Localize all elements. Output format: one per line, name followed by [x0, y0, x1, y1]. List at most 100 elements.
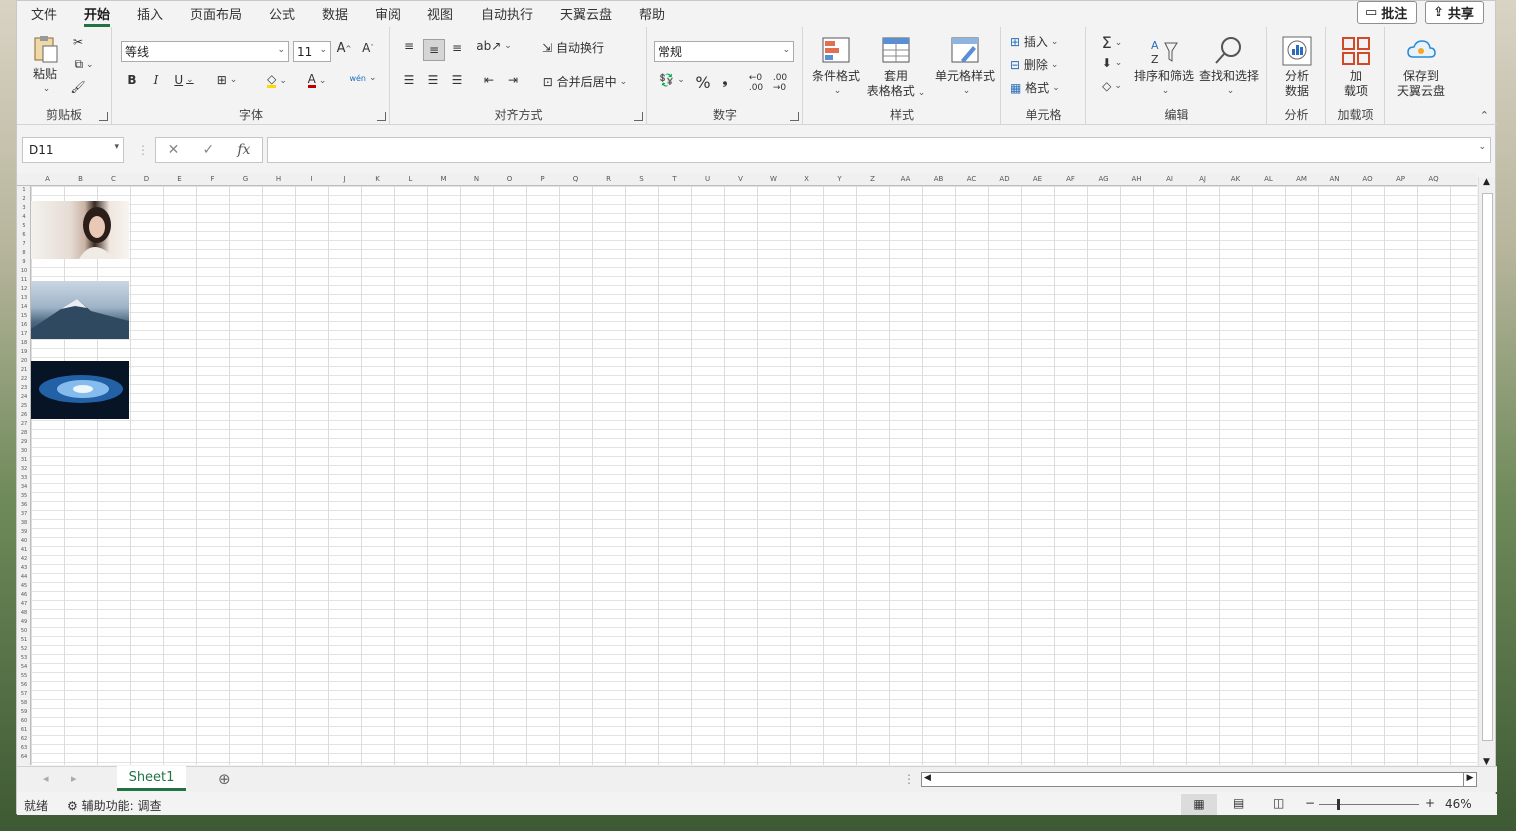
borders-button[interactable]: ⊞ ⌄ — [209, 73, 245, 87]
column-header[interactable]: AE — [1021, 175, 1054, 183]
add-sheet-icon[interactable]: ⊕ — [218, 770, 231, 788]
chevron-down-icon[interactable]: ▾ — [114, 142, 119, 152]
row-header[interactable]: 63 — [17, 745, 31, 751]
row-header[interactable]: 47 — [17, 601, 31, 607]
percent-icon[interactable]: % — [694, 73, 712, 92]
align-top-icon[interactable]: ≡ — [399, 39, 419, 53]
prev-sheet-icon[interactable]: ◂ — [43, 772, 49, 785]
column-header[interactable]: AJ — [1186, 175, 1219, 183]
conditional-formatting-button[interactable]: 条件格式 ⌄ — [808, 35, 864, 99]
brush-icon[interactable]: 🖌 — [69, 80, 87, 94]
column-header[interactable]: S — [625, 175, 658, 183]
row-header[interactable]: 4 — [17, 214, 31, 220]
picture-mountain[interactable] — [31, 281, 129, 339]
column-header[interactable]: V — [724, 175, 757, 183]
accessibility-status[interactable]: ⚙ 辅助功能: 调查 — [67, 797, 161, 814]
row-header[interactable]: 43 — [17, 565, 31, 571]
row-header[interactable]: 58 — [17, 700, 31, 706]
dialog-launcher-icon[interactable] — [99, 112, 108, 121]
row-header[interactable]: 12 — [17, 286, 31, 292]
copy-icon[interactable]: ⧉ ⌄ — [69, 57, 99, 72]
column-header[interactable]: E — [163, 175, 196, 183]
row-header[interactable]: 59 — [17, 709, 31, 715]
row-header[interactable]: 39 — [17, 529, 31, 535]
paste-button[interactable]: 粘贴 ⌄ — [27, 33, 63, 97]
find-select-button[interactable]: 查找和选择 ⌄ — [1197, 35, 1261, 99]
tab-insert[interactable]: 插入 — [137, 4, 163, 23]
phonetic-button[interactable]: wén ⌄ — [345, 73, 381, 83]
column-header[interactable]: H — [262, 175, 295, 183]
tab-view[interactable]: 视图 — [427, 4, 453, 23]
underline-button[interactable]: U ⌄ — [169, 73, 199, 87]
picture-portrait[interactable] — [31, 201, 129, 259]
cancel-icon[interactable]: ✕ — [168, 142, 180, 158]
row-header[interactable]: 49 — [17, 619, 31, 625]
addins-button[interactable]: 加 载项 — [1333, 35, 1379, 99]
column-header[interactable]: AO — [1351, 175, 1384, 183]
fill-color-button[interactable]: ◇ ⌄ — [259, 73, 295, 88]
column-header[interactable]: C — [97, 175, 130, 183]
row-header[interactable]: 2 — [17, 196, 31, 202]
insert-function-icon[interactable]: fx — [237, 142, 250, 158]
row-header[interactable]: 53 — [17, 655, 31, 661]
row-header[interactable]: 36 — [17, 502, 31, 508]
row-header[interactable]: 14 — [17, 304, 31, 310]
column-header[interactable]: AG — [1087, 175, 1120, 183]
scissors-icon[interactable]: ✂ — [69, 35, 87, 49]
column-header[interactable]: Y — [823, 175, 856, 183]
wrap-text-button[interactable]: ⇲ 自动换行 — [537, 39, 609, 56]
zoom-level[interactable]: 46% — [1445, 797, 1472, 811]
row-header[interactable]: 64 — [17, 754, 31, 760]
fill-icon[interactable]: ⬇ ⌄ — [1095, 56, 1129, 70]
format-as-table-button[interactable]: 套用 表格格式 ⌄ — [864, 35, 928, 101]
column-header[interactable]: Q — [559, 175, 592, 183]
row-header[interactable]: 26 — [17, 412, 31, 418]
row-header[interactable]: 28 — [17, 430, 31, 436]
column-header[interactable]: AF — [1054, 175, 1087, 183]
row-header[interactable]: 16 — [17, 322, 31, 328]
grow-font-icon[interactable]: A ^ — [335, 41, 353, 56]
column-header[interactable]: AQ — [1417, 175, 1450, 183]
row-header[interactable]: 24 — [17, 394, 31, 400]
row-header[interactable]: 11 — [17, 277, 31, 283]
row-header[interactable]: 7 — [17, 241, 31, 247]
increase-indent-icon[interactable]: ⇥ — [503, 73, 523, 87]
row-header[interactable]: 45 — [17, 583, 31, 589]
column-header[interactable]: A — [31, 175, 64, 183]
column-header[interactable]: AB — [922, 175, 955, 183]
formula-input[interactable]: ⌄ — [267, 137, 1491, 163]
insert-cells-button[interactable]: ⊞ 插入 ⌄ — [1010, 33, 1076, 50]
row-header[interactable]: 54 — [17, 664, 31, 670]
number-format-select[interactable]: 常规 ⌄ — [654, 41, 794, 62]
row-header[interactable]: 33 — [17, 475, 31, 481]
scroll-right-icon[interactable]: ▶ — [1463, 772, 1477, 787]
tab-file[interactable]: 文件 — [31, 4, 57, 23]
tab-home[interactable]: 开始 — [84, 4, 111, 27]
row-header[interactable]: 30 — [17, 448, 31, 454]
column-header[interactable]: AL — [1252, 175, 1285, 183]
column-header[interactable]: AM — [1285, 175, 1318, 183]
row-header[interactable]: 61 — [17, 727, 31, 733]
column-header[interactable]: R — [592, 175, 625, 183]
share-button[interactable]: ⇪ 共享 — [1425, 1, 1484, 24]
column-header[interactable]: AP — [1384, 175, 1417, 183]
row-header[interactable]: 34 — [17, 484, 31, 490]
row-header[interactable]: 17 — [17, 331, 31, 337]
column-header[interactable]: AK — [1219, 175, 1252, 183]
italic-button[interactable]: I — [147, 73, 165, 87]
picture-galaxy[interactable] — [31, 361, 129, 419]
collapse-ribbon-icon[interactable]: ⌃ — [1480, 109, 1489, 122]
column-header[interactable]: F — [196, 175, 229, 183]
column-header[interactable]: AN — [1318, 175, 1351, 183]
row-header[interactable]: 1 — [17, 187, 31, 193]
merge-center-button[interactable]: ⊡ 合并后居中 ⌄ — [535, 73, 635, 90]
shrink-font-icon[interactable]: Aˇ — [359, 41, 377, 55]
column-header[interactable]: N — [460, 175, 493, 183]
bold-button[interactable]: B — [123, 73, 141, 87]
name-box[interactable]: D11 ▾ — [22, 137, 124, 163]
column-header[interactable]: K — [361, 175, 394, 183]
tab-data[interactable]: 数据 — [322, 4, 348, 23]
column-header[interactable]: Z — [856, 175, 889, 183]
tab-cloud-drive[interactable]: 天翼云盘 — [560, 4, 612, 23]
autosum-icon[interactable]: Σ ⌄ — [1095, 33, 1129, 52]
